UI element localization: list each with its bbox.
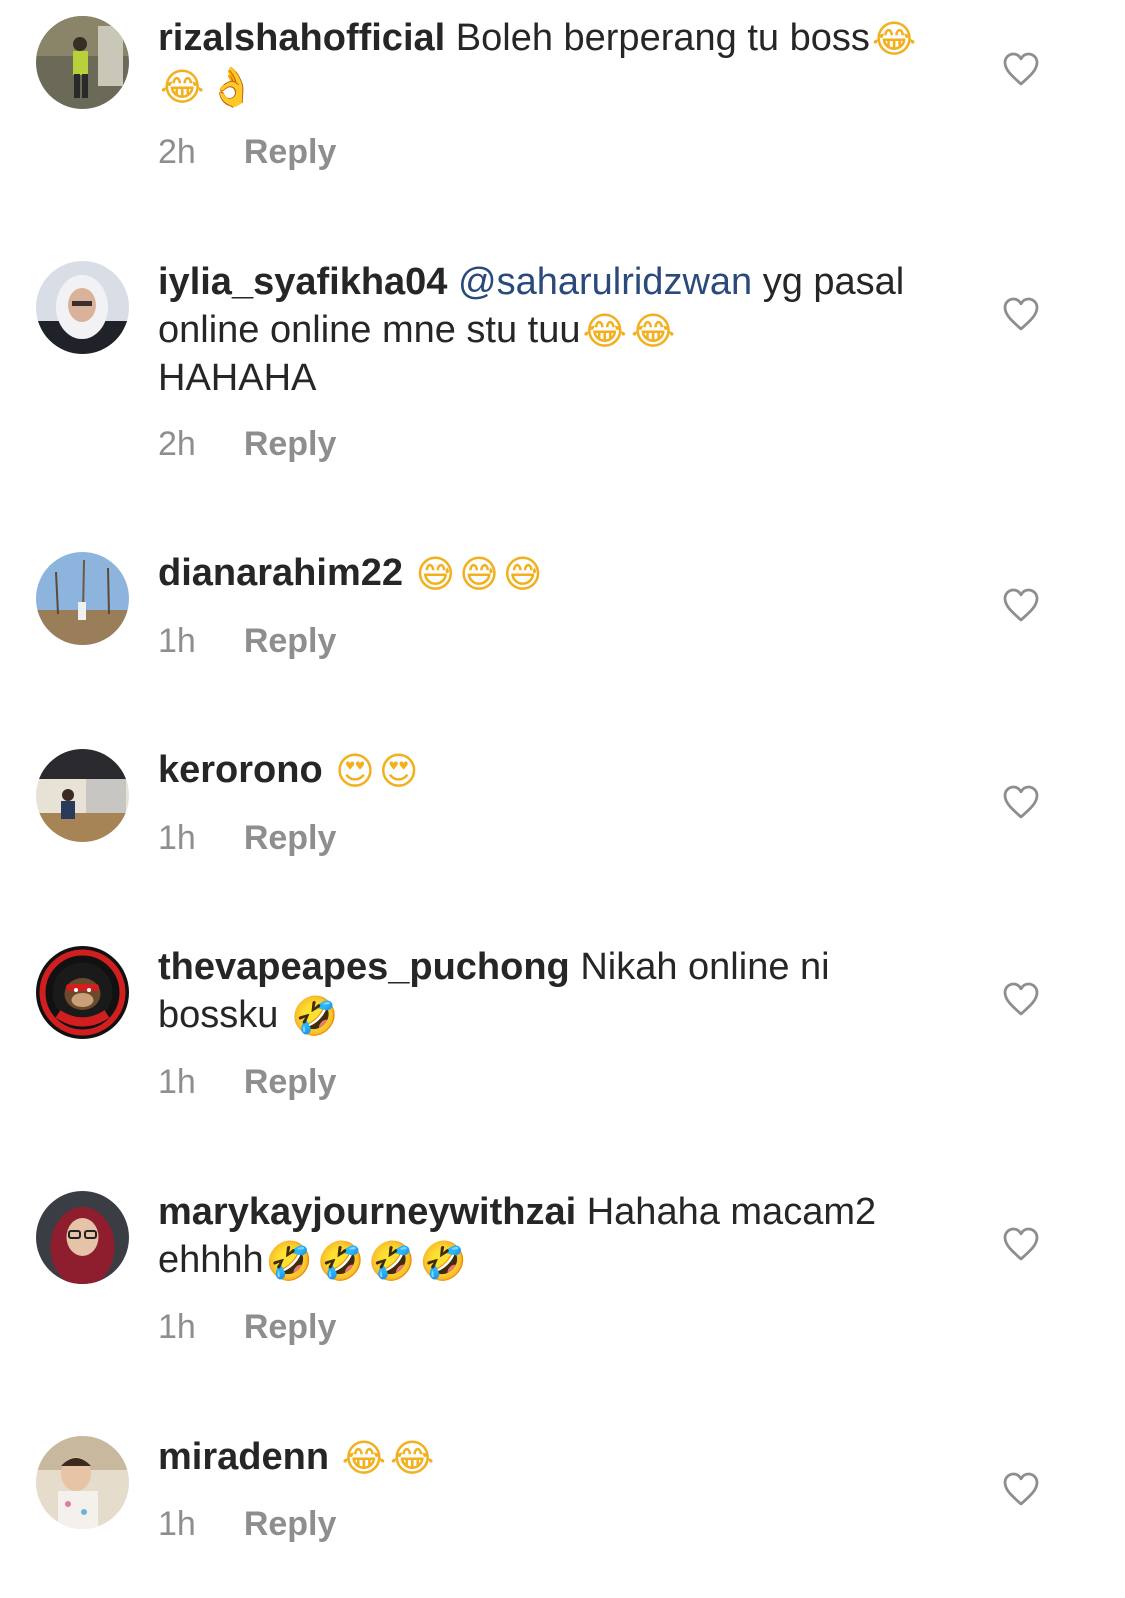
comment-meta: 1h Reply [158, 1062, 336, 1102]
heart-outline-icon [1003, 297, 1039, 331]
reply-button[interactable]: Reply [244, 132, 337, 172]
mention-link[interactable]: @saharulridzwan [458, 261, 752, 303]
tears-of-joy-emoji: 😂 [582, 309, 627, 353]
comment-username[interactable]: miradenn [158, 1436, 329, 1478]
comment-meta: 1h Reply [158, 1307, 336, 1347]
heart-outline-icon [1003, 785, 1039, 819]
reply-button[interactable]: Reply [244, 424, 337, 464]
like-button[interactable] [1002, 296, 1040, 332]
comment-username[interactable]: thevapeapes_puchong [158, 946, 570, 988]
tears-of-joy-emoji: 😂 [871, 17, 917, 61]
like-button[interactable] [1002, 1471, 1040, 1507]
tears-of-joy-emoji: 😂 [160, 65, 205, 109]
comment-time: 1h [158, 1308, 196, 1346]
comment-meta: 2h Reply [158, 132, 336, 172]
reply-button[interactable]: Reply [244, 1504, 337, 1544]
comment-body-trailing: HAHAHA [158, 357, 317, 399]
avatar-hijab-glasses-photo [36, 1191, 129, 1284]
comment-meta: 1h Reply [158, 621, 336, 661]
avatar[interactable] [36, 1436, 129, 1529]
comment-username[interactable]: kerorono [158, 749, 323, 791]
tears-of-joy-emoji: 😂 [341, 1436, 387, 1480]
rolling-laughing-emoji: 🤣 [368, 1239, 416, 1283]
comment-text: iylia_syafikha04 @saharulridzwan yg pasa… [158, 258, 958, 402]
comment-meta: 2h Reply [158, 424, 336, 464]
heart-outline-icon [1003, 52, 1039, 86]
heart-outline-icon [1003, 1227, 1039, 1261]
avatar-landscape-photo [36, 552, 129, 645]
comment-text: rizalshahofficial Boleh berperang tu bos… [158, 14, 958, 110]
comment-meta: 1h Reply [158, 818, 336, 858]
comment-text: dianarahim22 😅 😅 😅 [158, 549, 958, 597]
comment-meta: 1h Reply [158, 1504, 336, 1544]
rolling-laughing-emoji: 🤣 [419, 1239, 467, 1283]
comment-time: 2h [158, 133, 196, 171]
comment-username[interactable]: iylia_syafikha04 [158, 261, 447, 303]
avatar[interactable] [36, 1191, 129, 1284]
comment-username[interactable]: marykayjourneywithzai [158, 1191, 576, 1233]
avatar[interactable] [36, 552, 129, 645]
like-button[interactable] [1002, 1226, 1040, 1262]
reply-button[interactable]: Reply [244, 818, 337, 858]
heart-outline-icon [1003, 588, 1039, 622]
comment-time: 1h [158, 1505, 196, 1543]
comment-time: 2h [158, 425, 196, 463]
avatar-vape-apes-logo [36, 946, 129, 1039]
comment-body: Boleh berperang tu boss [455, 17, 870, 59]
avatar-person-photo [36, 16, 129, 109]
like-button[interactable] [1002, 981, 1040, 1017]
avatar[interactable] [36, 946, 129, 1039]
ok-hand-emoji: 👌 [208, 65, 256, 109]
reply-button[interactable]: Reply [244, 621, 337, 661]
heart-eyes-emoji: 😍 [378, 749, 419, 793]
avatar-hijab-photo [36, 261, 129, 354]
avatar[interactable] [36, 261, 129, 354]
heart-eyes-emoji: 😍 [335, 749, 375, 793]
comment-text: marykayjourneywithzai Hahaha macam2 ehhh… [158, 1188, 958, 1284]
comment-time: 1h [158, 819, 196, 857]
tears-of-joy-emoji: 😂 [630, 309, 676, 353]
reply-button[interactable]: Reply [244, 1307, 337, 1347]
grinning-sweat-emoji: 😅 [502, 552, 543, 596]
rolling-laughing-emoji: 🤣 [265, 1239, 313, 1283]
rolling-laughing-emoji: 🤣 [290, 994, 339, 1038]
rolling-laughing-emoji: 🤣 [317, 1239, 365, 1283]
comment-username[interactable]: dianarahim22 [158, 552, 403, 594]
comment-time: 1h [158, 1063, 196, 1101]
comment-text: kerorono 😍 😍 [158, 746, 958, 794]
comment-time: 1h [158, 622, 196, 660]
heart-outline-icon [1003, 1472, 1039, 1506]
comment-text: miradenn 😂 😂 [158, 1433, 958, 1481]
avatar[interactable] [36, 16, 129, 109]
avatar-room-photo [36, 749, 129, 842]
avatar[interactable] [36, 749, 129, 842]
grinning-sweat-emoji: 😅 [415, 552, 456, 596]
like-button[interactable] [1002, 51, 1040, 87]
like-button[interactable] [1002, 784, 1040, 820]
grinning-sweat-emoji: 😅 [459, 552, 499, 596]
tears-of-joy-emoji: 😂 [390, 1436, 435, 1480]
comment-username[interactable]: rizalshahofficial [158, 17, 445, 59]
heart-outline-icon [1003, 982, 1039, 1016]
reply-button[interactable]: Reply [244, 1062, 337, 1102]
avatar-child-photo [36, 1436, 129, 1529]
like-button[interactable] [1002, 587, 1040, 623]
comment-text: thevapeapes_puchong Nikah online ni boss… [158, 943, 958, 1039]
